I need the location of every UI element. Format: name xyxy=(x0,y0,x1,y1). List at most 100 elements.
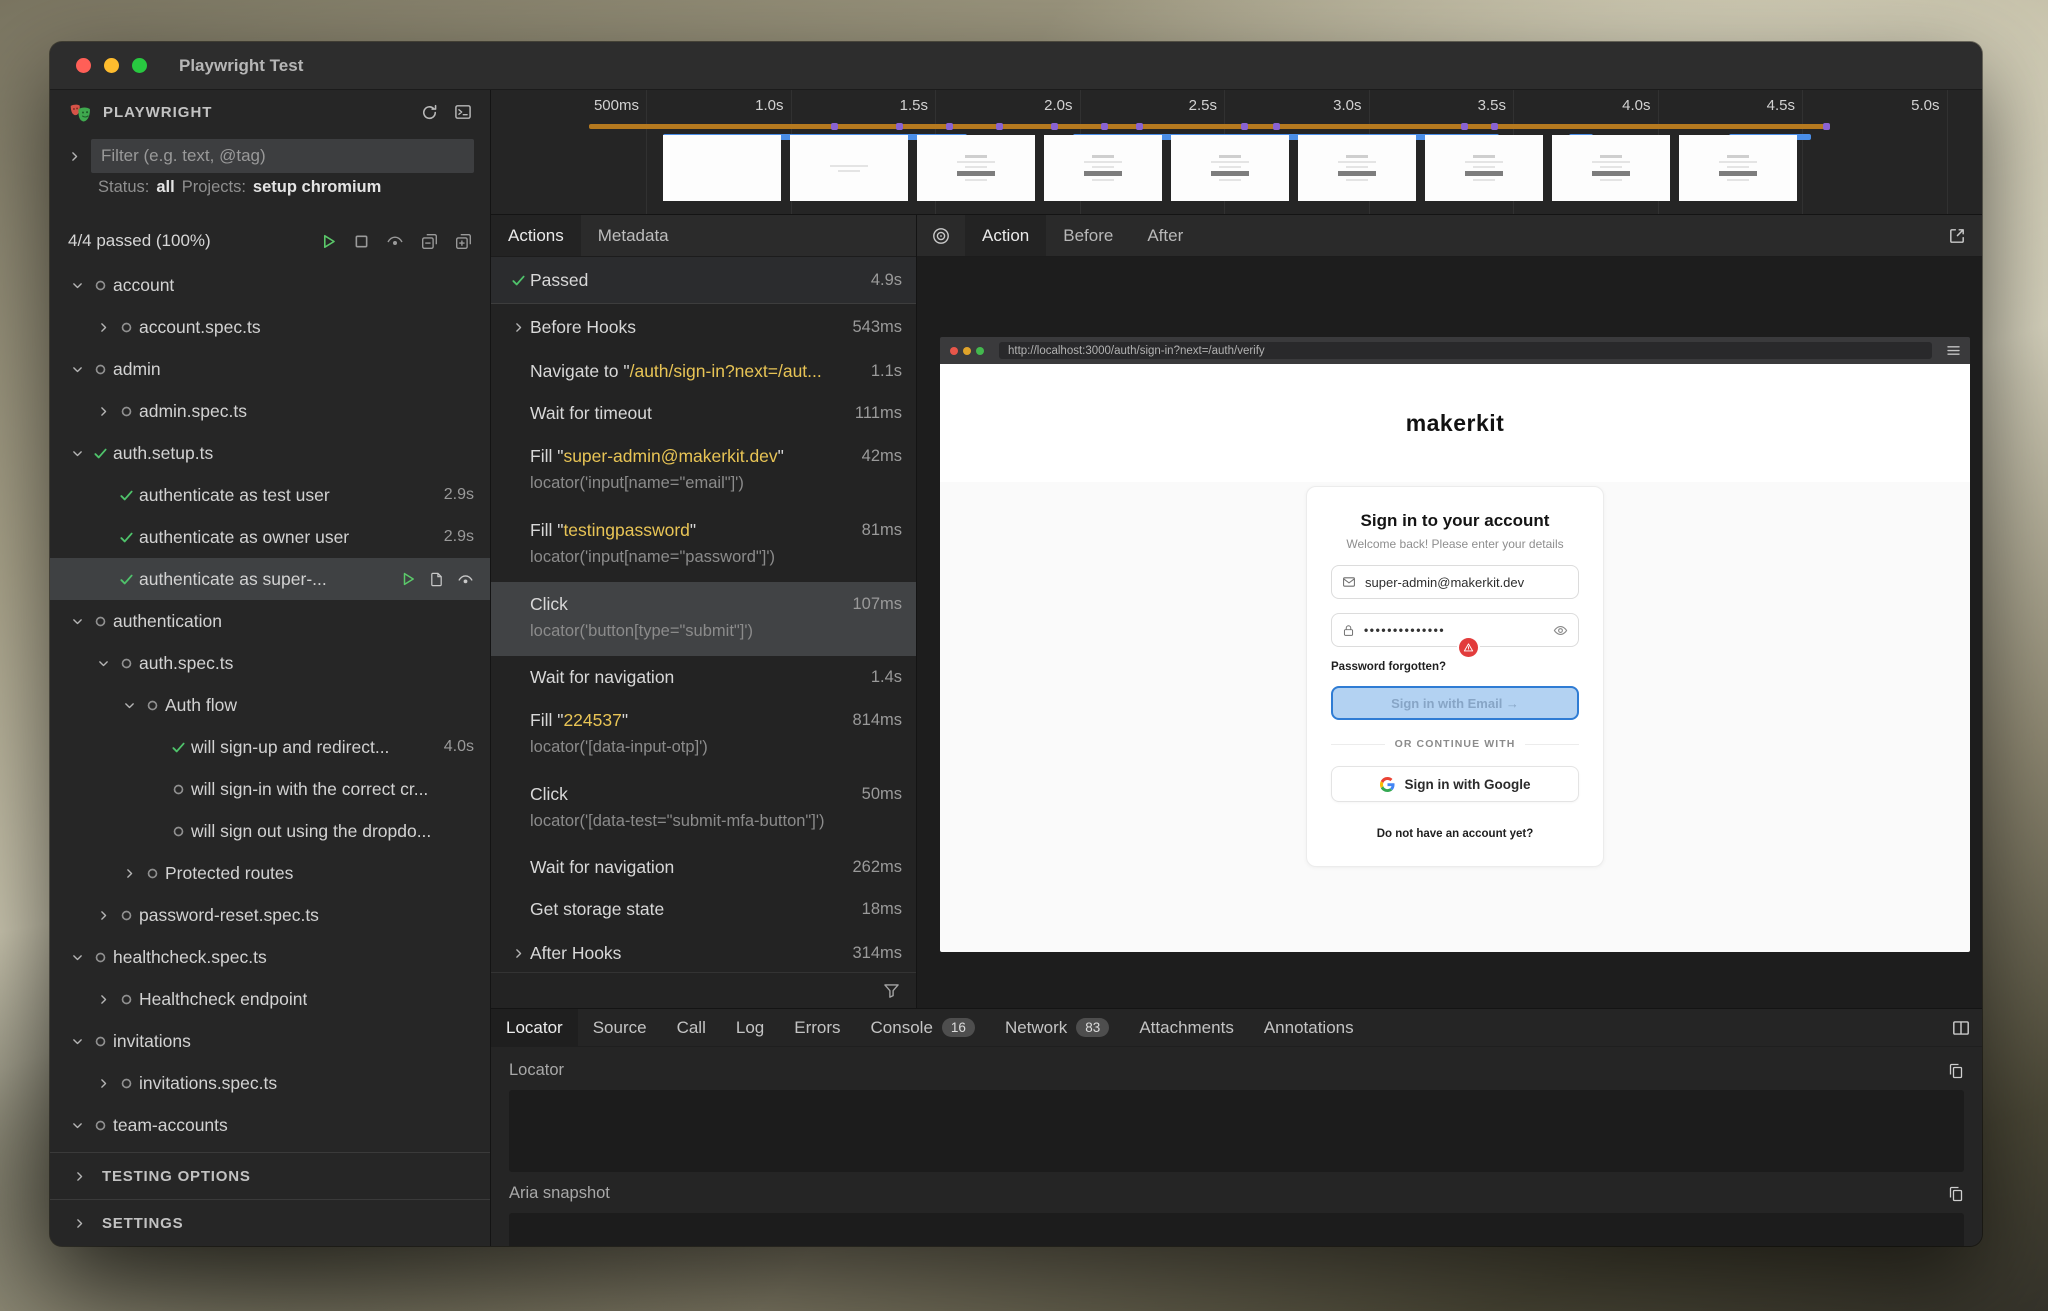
watch-all-icon[interactable] xyxy=(386,232,404,250)
filter-input[interactable]: Filter (e.g. text, @tag) xyxy=(91,139,474,173)
action-row[interactable]: Before Hooks543ms xyxy=(491,304,916,350)
tab-metadata[interactable]: Metadata xyxy=(581,215,686,256)
chevron-right-icon[interactable] xyxy=(92,321,114,334)
action-row[interactable]: Fill "super-admin@makerkit.dev"42mslocat… xyxy=(491,434,916,508)
chevron-right-icon[interactable] xyxy=(118,867,140,880)
bottom-tab-call[interactable]: Call xyxy=(662,1009,721,1046)
filmstrip-thumbnail[interactable] xyxy=(917,135,1035,201)
chevron-right-icon[interactable] xyxy=(507,321,530,334)
filmstrip-thumbnail[interactable] xyxy=(663,135,781,201)
chevron-right-icon[interactable] xyxy=(507,947,530,960)
tree-item[interactable]: Auth flow xyxy=(50,684,490,726)
bottom-tab-source[interactable]: Source xyxy=(578,1009,662,1046)
bottom-tab-attachments[interactable]: Attachments xyxy=(1124,1009,1249,1046)
locator-editor[interactable] xyxy=(509,1090,1964,1172)
action-row-passed[interactable]: Passed 4.9s xyxy=(491,257,916,304)
action-row[interactable]: Click107mslocator('button[type="submit"]… xyxy=(491,582,916,656)
filter-expand-chevron-icon[interactable] xyxy=(68,150,81,163)
chevron-down-icon[interactable] xyxy=(66,447,88,460)
action-row[interactable]: Get storage state18ms xyxy=(491,888,916,930)
action-row[interactable]: Fill "testingpassword"81mslocator('input… xyxy=(491,508,916,582)
filmstrip-thumbnail[interactable] xyxy=(1425,135,1543,201)
tree-item[interactable]: account xyxy=(50,264,490,306)
chevron-right-icon[interactable] xyxy=(92,909,114,922)
signin-email-button[interactable]: Sign in with Email → xyxy=(1331,686,1579,720)
split-view-icon[interactable] xyxy=(1952,1009,1970,1046)
open-external-icon[interactable] xyxy=(1948,215,1982,256)
action-row[interactable]: Wait for navigation1.4s xyxy=(491,656,916,698)
action-row[interactable]: After Hooks314ms xyxy=(491,930,916,972)
window-titlebar[interactable]: Playwright Test xyxy=(50,42,1982,90)
tree-item[interactable]: will sign-up and redirect...4.0s xyxy=(50,726,490,768)
section-testing-options[interactable]: TESTING OPTIONS xyxy=(50,1152,490,1199)
bottom-tab-log[interactable]: Log xyxy=(721,1009,779,1046)
pick-locator-target-icon[interactable] xyxy=(917,215,965,256)
tree-item[interactable]: authenticate as super-... xyxy=(50,558,490,600)
tree-item[interactable]: admin.spec.ts xyxy=(50,390,490,432)
tree-item[interactable]: authenticate as owner user2.9s xyxy=(50,516,490,558)
timeline[interactable]: 500ms1.0s1.5s2.0s2.5s3.0s3.5s4.0s4.5s5.0… xyxy=(491,90,1982,215)
tree-item[interactable]: Protected routes xyxy=(50,852,490,894)
tree-item[interactable]: auth.spec.ts xyxy=(50,642,490,684)
password-field[interactable]: •••••••••••••• xyxy=(1331,613,1579,647)
chevron-down-icon[interactable] xyxy=(66,279,88,292)
chevron-down-icon[interactable] xyxy=(66,615,88,628)
action-row[interactable]: Wait for navigation262ms xyxy=(491,846,916,888)
signin-google-button[interactable]: Sign in with Google xyxy=(1331,766,1579,802)
tree-item[interactable]: admin xyxy=(50,348,490,390)
action-row[interactable]: Wait for timeout111ms xyxy=(491,392,916,434)
tree-item[interactable]: will sign out using the dropdo... xyxy=(50,810,490,852)
show-password-eye-icon[interactable] xyxy=(1553,623,1568,638)
copy-locator-icon[interactable] xyxy=(1948,1063,1964,1079)
filmstrip-thumbnail[interactable] xyxy=(1044,135,1162,201)
tree-item[interactable]: authentication xyxy=(50,600,490,642)
filmstrip-thumbnail[interactable] xyxy=(1679,135,1797,201)
expand-all-icon[interactable] xyxy=(455,233,472,250)
filmstrip-thumbnail[interactable] xyxy=(1171,135,1289,201)
chevron-down-icon[interactable] xyxy=(66,1119,88,1132)
stop-icon[interactable] xyxy=(354,234,369,249)
terminal-icon[interactable] xyxy=(454,103,472,121)
action-row[interactable]: Navigate to "/auth/sign-in?next=/aut...1… xyxy=(491,350,916,392)
watch-test-icon[interactable] xyxy=(457,571,474,588)
collapse-all-icon[interactable] xyxy=(421,233,438,250)
filmstrip-thumbnail[interactable] xyxy=(790,135,908,201)
tab-before[interactable]: Before xyxy=(1046,215,1130,256)
tree-item[interactable]: password-reset.spec.ts xyxy=(50,894,490,936)
bottom-tab-annotations[interactable]: Annotations xyxy=(1249,1009,1369,1046)
tab-action[interactable]: Action xyxy=(965,215,1046,256)
zoom-button[interactable] xyxy=(132,58,147,73)
bottom-tab-console[interactable]: Console16 xyxy=(856,1009,990,1046)
action-row[interactable]: Click50mslocator('[data-test="submit-mfa… xyxy=(491,772,916,846)
tree-item[interactable]: invitations.spec.ts xyxy=(50,1062,490,1104)
bottom-tab-locator[interactable]: Locator xyxy=(491,1009,578,1046)
close-button[interactable] xyxy=(76,58,91,73)
tree-item[interactable]: will sign-in with the correct cr... xyxy=(50,768,490,810)
filmstrip-thumbnail[interactable] xyxy=(1298,135,1416,201)
section-settings[interactable]: SETTINGS xyxy=(50,1199,490,1246)
forgot-password-link[interactable]: Password forgotten? xyxy=(1331,661,1579,673)
tree-item[interactable]: account.spec.ts xyxy=(50,306,490,348)
tree-item[interactable]: auth.setup.ts xyxy=(50,432,490,474)
filter-funnel-icon[interactable] xyxy=(883,982,900,999)
tab-after[interactable]: After xyxy=(1130,215,1200,256)
tree-item[interactable]: healthcheck.spec.ts xyxy=(50,936,490,978)
tree-item[interactable]: invitations xyxy=(50,1020,490,1062)
action-row[interactable]: Fill "224537"814mslocator('[data-input-o… xyxy=(491,698,916,772)
chevron-down-icon[interactable] xyxy=(118,699,140,712)
tree-item[interactable]: team-accounts xyxy=(50,1104,490,1146)
run-all-icon[interactable] xyxy=(320,233,337,250)
tree-item[interactable]: authenticate as test user2.9s xyxy=(50,474,490,516)
chevron-down-icon[interactable] xyxy=(92,657,114,670)
show-source-icon[interactable] xyxy=(429,572,444,587)
bottom-tab-network[interactable]: Network83 xyxy=(990,1009,1124,1046)
tab-actions[interactable]: Actions xyxy=(491,215,581,256)
email-field[interactable]: super-admin@makerkit.dev xyxy=(1331,565,1579,599)
minimize-button[interactable] xyxy=(104,58,119,73)
chevron-right-icon[interactable] xyxy=(92,993,114,1006)
run-test-icon[interactable] xyxy=(400,571,416,587)
copy-aria-icon[interactable] xyxy=(1948,1186,1964,1202)
tree-item[interactable]: Healthcheck endpoint xyxy=(50,978,490,1020)
chevron-down-icon[interactable] xyxy=(66,1035,88,1048)
filmstrip-thumbnail[interactable] xyxy=(1552,135,1670,201)
